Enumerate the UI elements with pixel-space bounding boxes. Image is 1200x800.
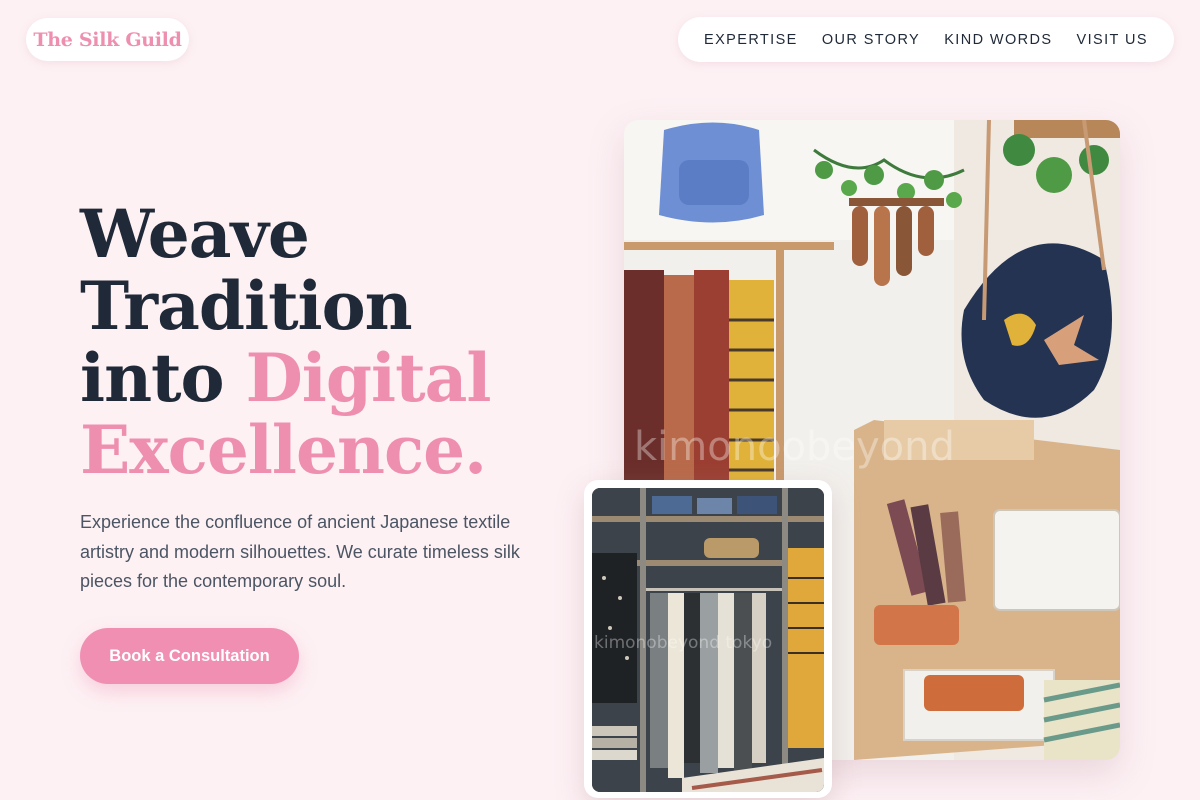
nav-our-story[interactable]: OUR STORY <box>822 32 920 48</box>
hero-headline: Weave Tradition into Digital Excellence. <box>80 198 550 486</box>
nav-kind-words[interactable]: KIND WORDS <box>944 32 1052 48</box>
closet-inset-photo: kimonobeyond tokyo <box>592 488 824 792</box>
headline-word-into: into <box>80 339 225 417</box>
brand-name: The Silk Guild <box>33 28 182 51</box>
main-nav: EXPERTISE OUR STORY KIND WORDS VISIT US <box>678 17 1174 62</box>
headline-line-3: into Digital <box>80 342 550 414</box>
headline-line-1: Weave <box>80 195 310 273</box>
headline-word-digital: Digital <box>245 339 492 417</box>
brand-logo[interactable]: The Silk Guild <box>26 18 189 61</box>
nav-visit-us[interactable]: VISIT US <box>1077 32 1148 48</box>
headline-line-4: Excellence. <box>80 411 487 489</box>
main-photo-watermark: kimonoobeyond <box>634 424 955 470</box>
headline-line-2: Tradition <box>80 267 413 345</box>
book-consultation-button[interactable]: Book a Consultation <box>80 628 299 684</box>
inset-photo-frame: kimonobeyond tokyo <box>584 480 832 798</box>
nav-expertise[interactable]: EXPERTISE <box>704 32 798 48</box>
hero-subtext: Experience the confluence of ancient Jap… <box>80 512 520 591</box>
closet-illustration: kimonobeyond tokyo <box>592 488 824 792</box>
inset-photo-watermark: kimonobeyond tokyo <box>594 633 772 653</box>
